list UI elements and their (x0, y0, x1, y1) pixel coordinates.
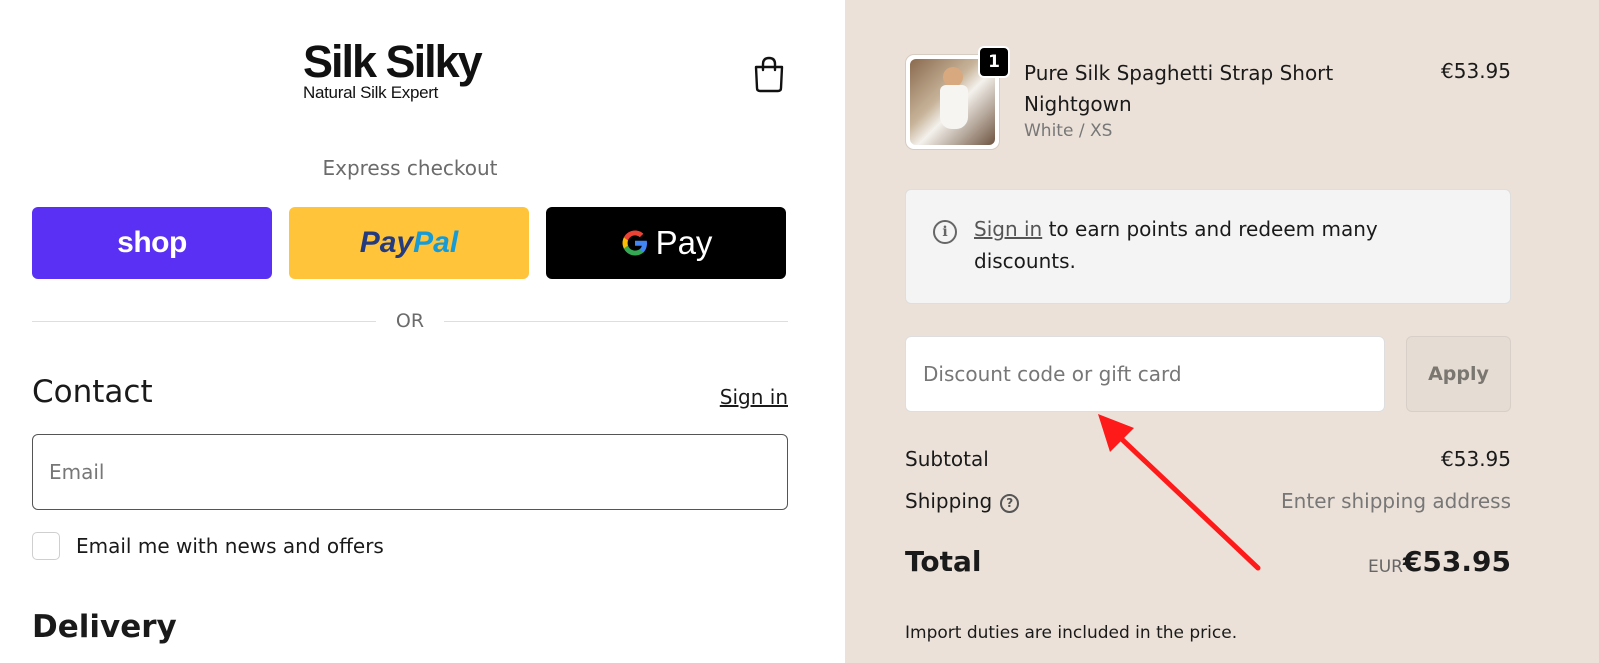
subtotal-value: €53.95 (1441, 447, 1511, 471)
paypal-button[interactable]: PayPal (289, 207, 529, 279)
newsletter-option[interactable]: Email me with news and offers (32, 532, 384, 560)
loyalty-info-box: i Sign in to earn points and redeem many… (905, 189, 1511, 304)
checkout-form-panel: Silk Silky Natural Silk Expert Express c… (0, 0, 845, 663)
question-mark-icon[interactable]: ? (1000, 493, 1020, 513)
subtotal-label: Subtotal (905, 447, 989, 471)
product-image-model (943, 67, 963, 87)
google-pay-logo: Pay (620, 224, 713, 262)
discount-code-input[interactable] (905, 336, 1385, 412)
contact-sign-in-link[interactable]: Sign in (720, 385, 788, 409)
contact-heading: Contact (32, 374, 153, 410)
logo-tagline: Natural Silk Expert (303, 83, 439, 102)
newsletter-label[interactable]: Email me with news and offers (76, 534, 384, 558)
google-pay-label: Pay (655, 224, 713, 261)
loyalty-sign-in-link[interactable]: Sign in (974, 217, 1042, 241)
paypal-logo-pay: Pay (359, 226, 414, 259)
email-field[interactable] (32, 434, 788, 510)
google-pay-button[interactable]: Pay (546, 207, 786, 279)
or-text: OR (395, 310, 425, 332)
product-variant: White / XS (1024, 121, 1113, 141)
total-label: Total (905, 545, 982, 578)
product-image-gown (940, 85, 968, 129)
shipping-value: Enter shipping address (1281, 489, 1511, 513)
apply-discount-button[interactable]: Apply (1406, 336, 1511, 412)
info-icon: i (933, 220, 957, 244)
logo-wordmark: Silk Silky (303, 36, 483, 87)
divider-line (444, 320, 789, 322)
total-value: €53.95 (1402, 545, 1511, 578)
product-price: €53.95 (1441, 59, 1511, 83)
brand-logo[interactable]: Silk Silky Natural Silk Expert (303, 38, 518, 104)
total-currency: EUR (1368, 557, 1403, 577)
shop-pay-label: shop (117, 226, 187, 259)
google-g-icon (622, 230, 647, 256)
import-duties-note: Import duties are included in the price. (905, 623, 1238, 643)
quantity-badge: 1 (978, 46, 1010, 78)
paypal-logo-pal: Pal (413, 226, 459, 259)
shipping-label-row: Shipping? (905, 489, 1020, 513)
delivery-heading: Delivery (32, 609, 177, 645)
shipping-label: Shipping (905, 489, 993, 513)
paypal-logo: PayPal (360, 226, 458, 260)
divider-line (32, 320, 376, 322)
or-divider: OR (32, 310, 789, 332)
shop-pay-button[interactable]: shop (32, 207, 272, 279)
shopping-bag-icon[interactable] (752, 55, 786, 93)
express-checkout-title: Express checkout (322, 156, 498, 180)
newsletter-checkbox[interactable] (32, 532, 60, 560)
product-name: Pure Silk Spaghetti Strap Short Nightgow… (1024, 61, 1334, 116)
loyalty-info-text: Sign in to earn points and redeem many d… (974, 213, 1474, 277)
